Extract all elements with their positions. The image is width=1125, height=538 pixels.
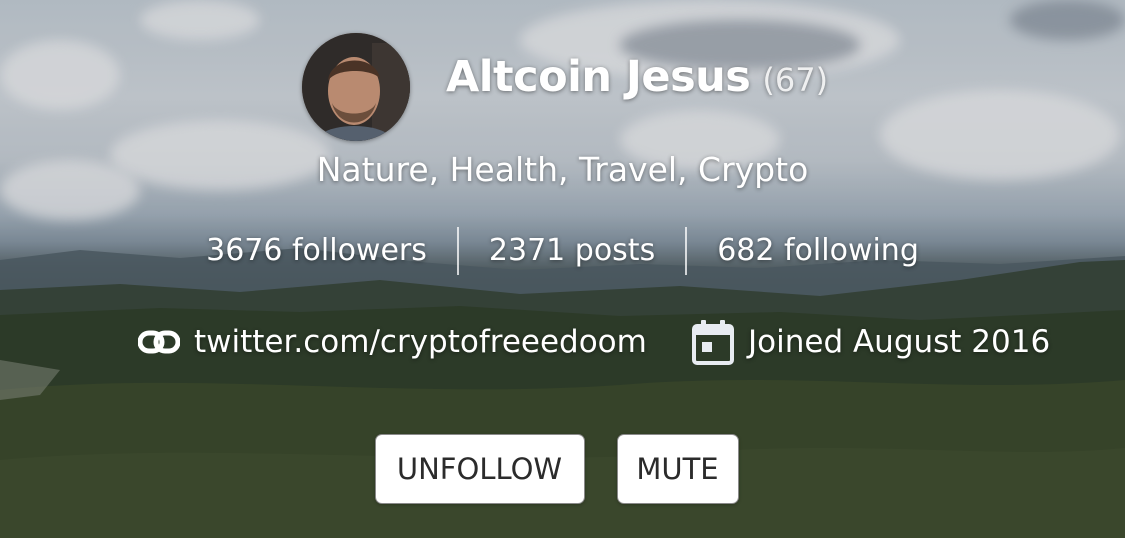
- link-icon: [138, 330, 180, 354]
- followers-count[interactable]: 3676 followers: [176, 226, 457, 276]
- profile-about: Nature, Health, Travel, Crypto: [316, 150, 809, 189]
- calendar-icon: [692, 320, 734, 365]
- profile-actions: UNFOLLOW MUTE: [0, 434, 1125, 504]
- profile-cover: Altcoin Jesus (67) Nature, Health, Trave…: [0, 0, 1125, 538]
- avatar-image: [302, 33, 410, 141]
- name-row: Altcoin Jesus (67): [446, 52, 828, 112]
- profile-stats: 3676 followers 2371 posts 682 following: [0, 226, 1125, 276]
- unfollow-button[interactable]: UNFOLLOW: [374, 434, 585, 504]
- posts-count[interactable]: 2371 posts: [459, 226, 685, 276]
- joined-text: Joined August 2016: [748, 324, 1051, 360]
- following-count[interactable]: 682 following: [687, 226, 949, 276]
- reputation-score: (67): [762, 61, 829, 99]
- website-url[interactable]: twitter.com/cryptofreeedoom: [194, 324, 647, 360]
- avatar[interactable]: [302, 33, 410, 141]
- profile-meta: twitter.com/cryptofreeedoom Joined Augus…: [0, 318, 1125, 366]
- profile-header: Altcoin Jesus (67) Nature, Health, Trave…: [0, 0, 1125, 538]
- mute-button[interactable]: MUTE: [616, 434, 739, 504]
- website-link[interactable]: twitter.com/cryptofreeedoom: [138, 318, 647, 366]
- profile-name: Altcoin Jesus: [446, 52, 751, 102]
- joined-date: Joined August 2016: [692, 318, 1050, 366]
